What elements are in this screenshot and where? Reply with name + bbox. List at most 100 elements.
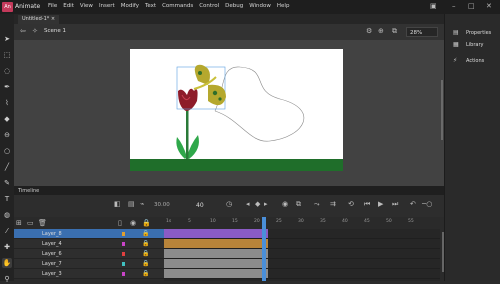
layer-row[interactable]: Layer_6 🔒	[14, 249, 164, 259]
subselection-tool-icon[interactable]: ⬚	[2, 50, 12, 60]
stage[interactable]	[130, 49, 343, 171]
maximize-icon[interactable]: □	[468, 2, 475, 10]
stage-scrollbar[interactable]	[441, 80, 443, 140]
selection-tool-icon[interactable]: ➤	[2, 34, 12, 44]
lock-all-icon[interactable]: 🔒	[142, 219, 151, 227]
back-arrow-icon[interactable]: ⇦	[20, 27, 26, 35]
play-icon[interactable]: ▶	[378, 200, 383, 208]
layer-depth-icon[interactable]: ▤	[128, 200, 135, 208]
lock-icon[interactable]: 🔒	[142, 260, 149, 267]
step-back-icon[interactable]: ⏮	[364, 200, 370, 209]
layer-row[interactable]: Layer_4 🔒	[14, 239, 164, 249]
highlight-icon[interactable]: ▯	[118, 219, 122, 227]
tween-icon[interactable]: ⤳	[314, 200, 320, 209]
edit-symbols-icon[interactable]: ⚙	[366, 27, 372, 35]
oval-tool-icon[interactable]: ○	[2, 146, 12, 156]
lock-icon[interactable]: 🔒	[142, 240, 149, 247]
lock-icon[interactable]: 🔒	[142, 270, 149, 277]
hand-tool-icon[interactable]: ✋	[2, 258, 12, 268]
frame-row[interactable]	[164, 229, 440, 239]
minimize-icon[interactable]: –	[452, 2, 456, 10]
menu-view[interactable]: View	[80, 3, 93, 9]
keyframe-insert-icon[interactable]: ◆	[255, 200, 260, 208]
keyframe-next-icon[interactable]: ▸	[264, 200, 268, 208]
menu-commands[interactable]: Commands	[162, 3, 193, 9]
delete-layer-icon[interactable]: 🗑	[38, 219, 47, 227]
menu-debug[interactable]: Debug	[225, 3, 243, 9]
loop-icon[interactable]: ⟲	[348, 200, 354, 208]
pencil-tool-icon[interactable]: ✎	[2, 178, 12, 188]
current-frame[interactable]: 40	[196, 202, 204, 209]
menu-help[interactable]: Help	[277, 3, 290, 9]
document-tab[interactable]: Untitled-1* ×	[18, 15, 60, 24]
layer-color-swatch[interactable]	[122, 262, 125, 266]
layer-color-swatch[interactable]	[122, 252, 125, 256]
layer-color-swatch[interactable]	[122, 272, 125, 276]
lock-icon[interactable]: 🔒	[142, 250, 149, 257]
edit-multiple-icon[interactable]: ⧉	[296, 200, 301, 209]
line-tool-icon[interactable]: ╱	[2, 162, 12, 172]
ruler-label: 25	[276, 219, 282, 224]
paint-tool-icon[interactable]: ⊖	[2, 130, 12, 140]
parenting-icon[interactable]: ⌁	[140, 200, 144, 208]
camera-icon[interactable]: ◧	[114, 200, 121, 208]
layer-color-swatch[interactable]	[122, 232, 125, 236]
eyedropper-tool-icon[interactable]: ⁄	[2, 226, 12, 236]
keyframe-prev-icon[interactable]: ◂	[246, 200, 250, 208]
motion-path	[214, 66, 305, 142]
center-stage-icon[interactable]: ⊕	[378, 27, 384, 35]
frames-grid[interactable]	[164, 229, 440, 281]
timeline-header: Timeline	[14, 186, 444, 195]
eraser-tool-icon[interactable]: ◆	[2, 114, 12, 124]
layer-color-swatch[interactable]	[122, 242, 125, 246]
menu-edit[interactable]: Edit	[63, 3, 74, 9]
bucket-tool-icon[interactable]: ◍	[2, 210, 12, 220]
motion-tween-span[interactable]	[164, 229, 268, 238]
motion-editor-icon[interactable]: ⇉	[330, 200, 336, 208]
workspace-icon[interactable]: ▣	[430, 2, 437, 10]
text-tool-icon[interactable]: T	[2, 194, 12, 204]
zoom-slider-icon[interactable]: ─○	[422, 200, 432, 208]
new-layer-icon[interactable]: ⊞	[16, 219, 22, 227]
zoom-tool-icon[interactable]: ⚲	[2, 274, 12, 284]
frame-span[interactable]	[164, 249, 268, 258]
close-icon[interactable]: ✕	[486, 2, 492, 10]
frame-row[interactable]	[164, 269, 440, 279]
bone-tool-icon[interactable]: ✚	[2, 242, 12, 252]
menu-window[interactable]: Window	[249, 3, 271, 9]
zoom-field[interactable]: 28%	[406, 27, 438, 37]
clip-icon[interactable]: ⧉	[392, 27, 397, 36]
visibility-icon[interactable]: ◉	[130, 219, 136, 227]
lock-icon[interactable]: 🔒	[142, 230, 149, 237]
frame-span[interactable]	[164, 269, 268, 278]
brush-tool-icon[interactable]: ⌇	[2, 98, 12, 108]
menu-insert[interactable]: Insert	[99, 3, 115, 9]
frame-span[interactable]	[164, 259, 268, 268]
menu-modify[interactable]: Modify	[121, 3, 139, 9]
menu-control[interactable]: Control	[199, 3, 219, 9]
classic-tween-span[interactable]	[164, 239, 268, 248]
layer-name: Layer_7	[42, 261, 62, 267]
pen-tool-icon[interactable]: ✒	[2, 82, 12, 92]
menu-text[interactable]: Text	[145, 3, 156, 9]
step-forward-icon[interactable]: ⏭	[392, 200, 398, 209]
scene-label: Scene 1	[44, 28, 67, 34]
fps-readout[interactable]: 30.00	[154, 202, 170, 208]
new-folder-icon[interactable]: ▭	[27, 219, 34, 227]
clock-icon[interactable]: ◷	[226, 200, 232, 208]
layer-row[interactable]: Layer_8 🔒	[14, 229, 164, 239]
frame-row[interactable]	[164, 259, 440, 269]
layer-row[interactable]: Layer_7 🔒	[14, 259, 164, 269]
undo-icon[interactable]: ↶	[410, 200, 416, 208]
playhead[interactable]	[262, 217, 266, 281]
scene-icon: ✧	[32, 27, 38, 35]
layer-row[interactable]: Layer_3 🔒	[14, 269, 164, 279]
frame-row[interactable]	[164, 249, 440, 259]
onion-skin-icon[interactable]: ◉	[282, 200, 288, 208]
lasso-tool-icon[interactable]: ◌	[2, 66, 12, 76]
ruler-label: 55	[408, 219, 414, 224]
layer-name: Layer_8	[42, 231, 62, 237]
timeline-scrollbar[interactable]	[442, 232, 444, 272]
menu-file[interactable]: File	[48, 3, 57, 9]
frame-row[interactable]	[164, 239, 440, 249]
